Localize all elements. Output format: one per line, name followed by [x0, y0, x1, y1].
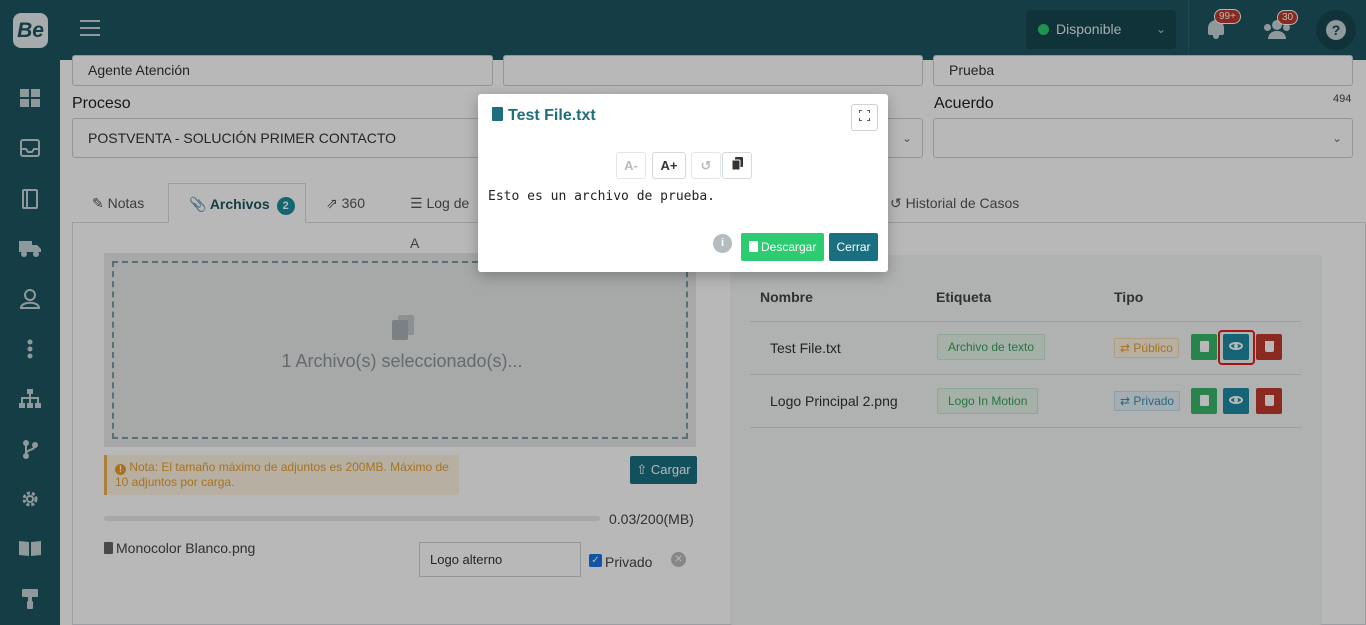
file-content: Esto es un archivo de prueba. [488, 189, 715, 204]
file-preview-modal: Test File.txt A- A+ ↺ Esto es un archivo… [478, 94, 888, 272]
info-icon[interactable]: i [713, 234, 732, 253]
download-button[interactable]: Descargar [741, 233, 824, 261]
copy-button[interactable] [722, 152, 752, 179]
file-text-icon [492, 107, 503, 121]
modal-title: Test File.txt [492, 107, 596, 125]
font-decrease-button[interactable]: A- [616, 152, 646, 179]
reset-button[interactable]: ↺ [691, 152, 721, 179]
undo-icon: ↺ [700, 158, 712, 173]
download-button-label: Descargar [760, 240, 817, 254]
fullscreen-button[interactable] [851, 104, 878, 131]
close-button[interactable]: Cerrar [829, 233, 878, 261]
expand-icon [858, 109, 871, 122]
file-download-icon [748, 241, 758, 252]
font-increase-button[interactable]: A+ [652, 152, 686, 179]
copy-icon [731, 157, 743, 171]
modal-title-text: Test File.txt [508, 107, 596, 124]
